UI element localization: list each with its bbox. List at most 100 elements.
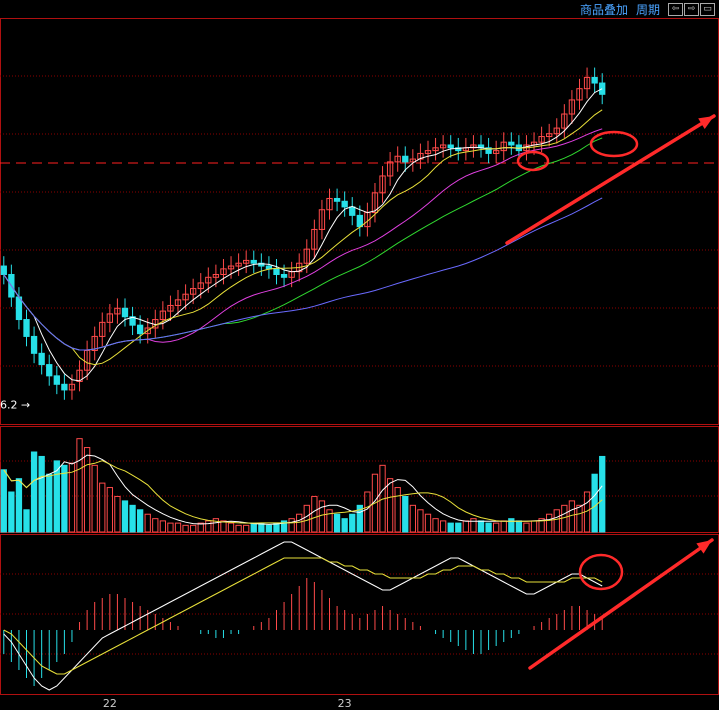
candle (508, 141, 515, 146)
commodity-overlay-button[interactable]: 商品叠加 (580, 1, 628, 18)
annotation-arrow (505, 114, 716, 245)
volume-bar (546, 513, 553, 533)
volume-bar (455, 522, 462, 533)
volume-bar (288, 518, 295, 533)
volume-bar (477, 520, 485, 533)
volume-bar (144, 513, 151, 533)
volume-bar (167, 522, 174, 533)
volume-bar (333, 513, 341, 533)
volume-bar (190, 524, 197, 533)
volume-bar (591, 473, 598, 533)
candle (280, 273, 288, 278)
volume-bar (152, 518, 159, 533)
volume-bar (129, 504, 136, 533)
volume-bar (91, 464, 98, 533)
volume-bar (576, 504, 583, 533)
volume-bar (409, 504, 416, 533)
volume-bar (432, 518, 439, 533)
volume-bar (106, 487, 113, 533)
volume-bar (296, 513, 303, 533)
volume-bar (470, 518, 477, 533)
volume-bar (568, 500, 576, 533)
volume-bar (250, 522, 257, 533)
volume-bar (114, 495, 121, 533)
volume-bar (303, 504, 310, 533)
x-tick-label: 23 (338, 697, 352, 710)
candle (53, 375, 60, 385)
volume-bar (515, 520, 523, 533)
annotation-arrow (528, 538, 714, 670)
candle (121, 307, 129, 318)
volume-bar (38, 455, 45, 533)
volume-bar (235, 524, 242, 533)
volume-bar (417, 509, 424, 533)
volume-bar (99, 482, 106, 533)
annotation-circle (516, 150, 550, 172)
period-button[interactable]: 周期 (636, 1, 660, 18)
volume-bar (30, 451, 38, 533)
volume-bar (46, 473, 53, 533)
volume-bar (227, 522, 235, 533)
volume-bar (462, 520, 470, 533)
volume-bar (485, 522, 492, 533)
volume-bar (386, 478, 394, 533)
volume-bar (8, 491, 15, 533)
volume-bar (311, 495, 318, 533)
volume-bar (447, 522, 454, 533)
volume-bar (508, 518, 515, 533)
scroll-right-icon[interactable]: ⇨ (684, 2, 699, 16)
volume-bar (159, 520, 167, 533)
volume-bar (349, 513, 356, 533)
volume-bar (243, 524, 250, 533)
candle (30, 335, 38, 354)
candle (46, 364, 53, 377)
annotation-circle (589, 130, 639, 158)
volume-bar (265, 524, 273, 533)
candle (447, 144, 454, 149)
stock-chart[interactable]: 6.2 → 22 23 (0, 0, 719, 710)
volume-bar (439, 520, 447, 533)
candle (333, 197, 341, 202)
volume-bar (394, 487, 401, 533)
candle (23, 319, 30, 337)
ma5-line (3, 88, 603, 382)
volume-ma10-line (3, 460, 603, 524)
ma10-line (3, 109, 603, 366)
macd-dif-line (3, 541, 603, 691)
candle (250, 259, 257, 264)
volume-bar (523, 522, 530, 533)
chart-toolbar: 商品叠加 周期 ⇦ ⇨ ▭ (580, 0, 719, 18)
volume-bar (553, 509, 560, 533)
candle (349, 206, 356, 216)
candle (38, 352, 45, 366)
volume-bar (341, 518, 348, 533)
volume-bar (61, 464, 68, 533)
volume-bar (530, 520, 538, 533)
candle (15, 296, 23, 321)
candle (356, 214, 363, 228)
candle (402, 155, 409, 163)
volume-bar (561, 504, 568, 533)
low-price-marker: 6.2 → (0, 398, 30, 411)
candle (0, 265, 7, 275)
scroll-left-icon[interactable]: ⇦ (668, 2, 683, 16)
ma60-line (3, 197, 603, 351)
volume-bar (68, 462, 76, 533)
volume-bar (0, 469, 7, 533)
volume-bar (136, 509, 144, 533)
volume-bar (402, 495, 409, 533)
candle (591, 76, 598, 84)
annotation-arrow-head (696, 540, 712, 554)
volume-bar (424, 513, 432, 533)
candle (599, 82, 606, 95)
candle (136, 324, 144, 335)
volume-bar (205, 520, 212, 533)
macd-dea-line (3, 557, 603, 675)
volume-bar (500, 520, 507, 533)
volume-bar (599, 455, 606, 533)
annotation-circle (578, 553, 624, 591)
window-restore-icon[interactable]: ▭ (700, 2, 715, 16)
x-tick-label: 22 (103, 697, 117, 710)
volume-bar (318, 500, 326, 533)
volume-bar (121, 500, 129, 533)
